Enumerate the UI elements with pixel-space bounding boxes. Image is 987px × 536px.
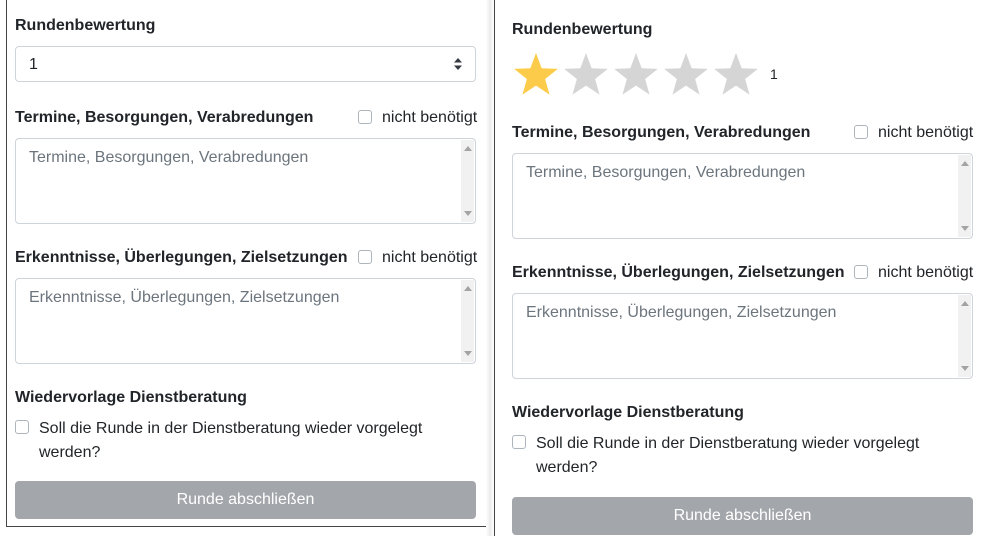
star-rating[interactable] bbox=[512, 51, 762, 101]
checkbox-box[interactable] bbox=[512, 435, 526, 449]
termine-not-needed-label: nicht benötigt bbox=[382, 109, 478, 126]
erkenntnisse-heading: Erkenntnisse, Überlegungen, Zielsetzunge… bbox=[15, 249, 348, 266]
termine-not-needed-checkbox[interactable]: nicht benötigt bbox=[358, 109, 478, 129]
scroll-up-icon[interactable] bbox=[464, 286, 472, 291]
rating-form-stars-variant: Rundenbewertung 1 Termine, Besorgungen, … bbox=[494, 0, 987, 536]
wiedervorlage-label: Soll die Runde in der Dienstberatung wie… bbox=[39, 417, 422, 465]
textarea-scrollbar[interactable] bbox=[461, 280, 474, 362]
termine-heading: Termine, Besorgungen, Verabredungen bbox=[15, 109, 314, 126]
checkbox-box[interactable] bbox=[15, 420, 29, 434]
wiedervorlage-label-line2: werden? bbox=[39, 444, 101, 461]
scroll-up-icon[interactable] bbox=[961, 161, 969, 166]
star-icon[interactable] bbox=[512, 51, 560, 99]
termine-not-needed-label: nicht benötigt bbox=[878, 124, 974, 141]
wiedervorlage-checkbox[interactable]: Soll die Runde in der Dienstberatung wie… bbox=[15, 417, 475, 467]
termine-placeholder: Termine, Besorgungen, Verabredungen bbox=[526, 164, 806, 181]
rating-heading: Rundenbewertung bbox=[15, 17, 156, 34]
checkbox-box[interactable] bbox=[854, 125, 868, 139]
erkenntnisse-placeholder: Erkenntnisse, Überlegungen, Zielsetzunge… bbox=[29, 289, 340, 306]
select-caret-icon bbox=[454, 58, 462, 70]
finish-round-button[interactable]: Runde abschließen bbox=[15, 481, 476, 519]
rating-select[interactable]: 1 bbox=[15, 46, 476, 82]
star-icon[interactable] bbox=[612, 51, 660, 99]
rating-value: 1 bbox=[770, 66, 778, 82]
wiedervorlage-label-line2: werden? bbox=[536, 459, 598, 476]
textarea-scrollbar[interactable] bbox=[461, 140, 474, 222]
checkbox-box[interactable] bbox=[358, 110, 372, 124]
scroll-up-icon[interactable] bbox=[464, 146, 472, 151]
star-icon[interactable] bbox=[712, 51, 760, 99]
star-icon[interactable] bbox=[662, 51, 710, 99]
erkenntnisse-textarea[interactable]: Erkenntnisse, Überlegungen, Zielsetzunge… bbox=[512, 293, 973, 379]
scroll-down-icon[interactable] bbox=[464, 211, 472, 216]
termine-heading: Termine, Besorgungen, Verabredungen bbox=[512, 124, 811, 141]
erkenntnisse-heading: Erkenntnisse, Überlegungen, Zielsetzunge… bbox=[512, 264, 845, 281]
rating-select-value: 1 bbox=[29, 56, 38, 73]
finish-round-button[interactable]: Runde abschließen bbox=[512, 497, 973, 535]
erkenntnisse-not-needed-checkbox[interactable]: nicht benötigt bbox=[358, 249, 478, 269]
rating-form-select-variant: Rundenbewertung 1 Termine, Besorgungen, … bbox=[6, 0, 487, 527]
erkenntnisse-not-needed-label: nicht benötigt bbox=[382, 249, 478, 266]
termine-textarea[interactable]: Termine, Besorgungen, Verabredungen bbox=[15, 138, 476, 224]
star-icon[interactable] bbox=[562, 51, 610, 99]
panel-divider bbox=[486, 0, 494, 536]
erkenntnisse-placeholder: Erkenntnisse, Überlegungen, Zielsetzunge… bbox=[526, 304, 837, 321]
wiedervorlage-checkbox[interactable]: Soll die Runde in der Dienstberatung wie… bbox=[512, 432, 977, 482]
termine-textarea[interactable]: Termine, Besorgungen, Verabredungen bbox=[512, 153, 973, 239]
scroll-down-icon[interactable] bbox=[961, 226, 969, 231]
termine-placeholder: Termine, Besorgungen, Verabredungen bbox=[29, 149, 309, 166]
checkbox-box[interactable] bbox=[358, 250, 372, 264]
wiedervorlage-label-line1: Soll die Runde in der Dienstberatung wie… bbox=[39, 420, 423, 437]
erkenntnisse-textarea[interactable]: Erkenntnisse, Überlegungen, Zielsetzunge… bbox=[15, 278, 476, 364]
checkbox-box[interactable] bbox=[854, 265, 868, 279]
termine-not-needed-checkbox[interactable]: nicht benötigt bbox=[854, 124, 979, 144]
scroll-down-icon[interactable] bbox=[961, 366, 969, 371]
textarea-scrollbar[interactable] bbox=[958, 295, 971, 377]
scroll-down-icon[interactable] bbox=[464, 351, 472, 356]
rating-heading: Rundenbewertung bbox=[512, 21, 653, 38]
textarea-scrollbar[interactable] bbox=[958, 155, 971, 237]
wiedervorlage-heading: Wiedervorlage Dienstberatung bbox=[15, 389, 247, 406]
erkenntnisse-not-needed-label: nicht benötigt bbox=[878, 264, 974, 281]
wiedervorlage-label: Soll die Runde in der Dienstberatung wie… bbox=[536, 432, 919, 480]
erkenntnisse-not-needed-checkbox[interactable]: nicht benötigt bbox=[854, 264, 979, 284]
wiedervorlage-heading: Wiedervorlage Dienstberatung bbox=[512, 404, 744, 421]
scroll-up-icon[interactable] bbox=[961, 301, 969, 306]
wiedervorlage-label-line1: Soll die Runde in der Dienstberatung wie… bbox=[536, 435, 920, 452]
